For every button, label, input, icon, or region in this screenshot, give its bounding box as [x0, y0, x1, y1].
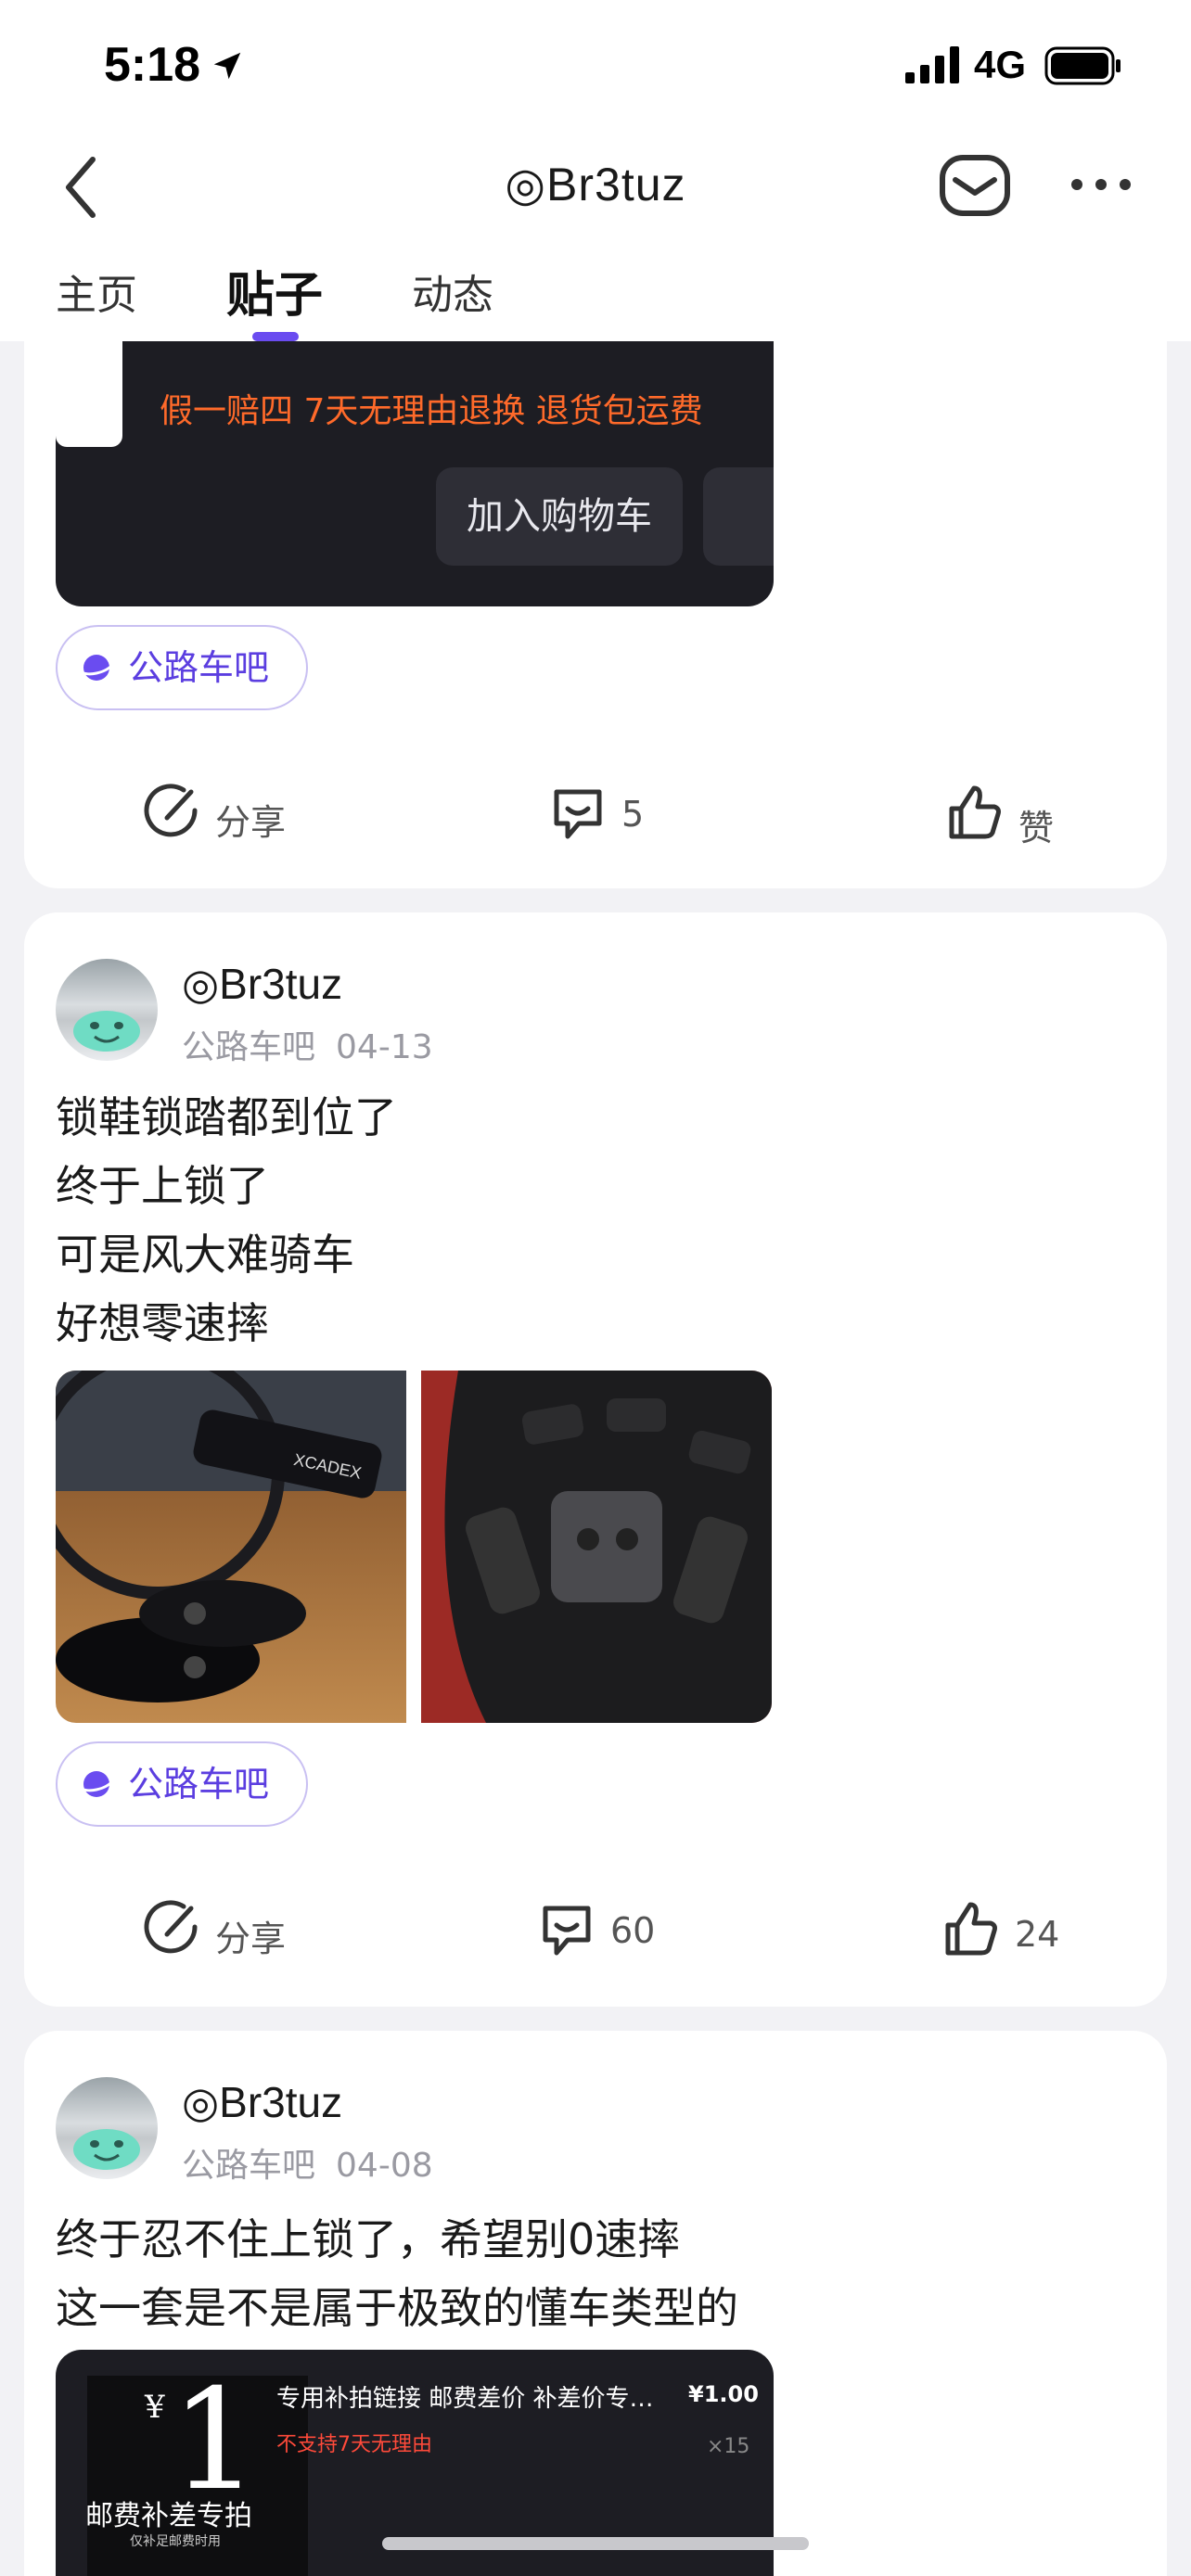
product-promo-text: 假一赔四 7天无理由退换 退货包运费 [160, 392, 703, 430]
thumbs-up-icon [949, 785, 1001, 839]
post-forum[interactable]: 公路车吧 [182, 2147, 315, 2185]
planet-icon [79, 1771, 115, 1797]
post-line: 这一套是不是属于极致的懂车类型的 [56, 2283, 738, 2333]
avatar[interactable] [56, 2077, 158, 2179]
post-forum[interactable]: 公路车吧 [182, 1028, 315, 1066]
like-button[interactable]: 24 [942, 1899, 1091, 1964]
like-label: 赞 [1018, 808, 1055, 848]
cellular-signal-icon [905, 46, 959, 83]
tab-posts[interactable]: 贴子 [226, 256, 323, 325]
comment-button[interactable]: 5 [549, 783, 679, 848]
author-name[interactable]: ◎Br3tuz [182, 2077, 342, 2127]
post-date: 04-13 [336, 1028, 433, 1066]
post-body[interactable]: 终于忍不住上锁了，希望别0速摔 这一套是不是属于极致的懂车类型的 [56, 2205, 738, 2342]
post-body[interactable]: 锁鞋锁踏都到位了 终于上锁了 可是风大难骑车 好想零速摔 [56, 1083, 397, 1358]
post-meta: 公路车吧 04-08 [182, 2138, 433, 2187]
page-title: ◎Br3tuz [505, 159, 686, 210]
product-card[interactable]: … 假一赔四 7天无理由退换 退货包运费 加入购物车 [56, 297, 774, 606]
share-button[interactable]: 分享 [143, 1899, 328, 1964]
product-title: 专用补拍链接 邮费差价 补差价专… [276, 2385, 654, 2413]
forum-tag[interactable]: 公路车吧 [56, 625, 309, 710]
forum-tag-label: 公路车吧 [128, 647, 270, 688]
like-button[interactable]: 赞 [946, 783, 1085, 848]
more-options-icon[interactable] [1069, 171, 1133, 198]
comment-icon [554, 789, 602, 839]
product-note: 不支持7天无理由 [276, 2433, 432, 2456]
thumb-yen-sign: ¥ [145, 2389, 165, 2426]
post-line: 可是风大难骑车 [56, 1230, 354, 1280]
status-bar: 5:18 4G [0, 0, 1191, 130]
avatar[interactable] [56, 959, 158, 1061]
post-line: 锁鞋锁踏都到位了 [56, 1092, 397, 1142]
share-label: 分享 [215, 802, 287, 843]
planet-icon [79, 655, 115, 681]
share-button[interactable]: 分享 [143, 783, 328, 848]
post-photo-bike[interactable]: XCADEX [56, 1371, 406, 1723]
active-tab-indicator [252, 332, 299, 341]
forum-tag-label: 公路车吧 [128, 1764, 270, 1804]
location-arrow-icon [213, 52, 241, 80]
tab-activity[interactable]: 动态 [412, 261, 493, 321]
share-icon [144, 784, 198, 837]
post-date: 04-08 [336, 2147, 433, 2185]
share-icon [144, 1900, 198, 1954]
network-type: 4G [974, 43, 1027, 86]
avatar-image [73, 1011, 140, 1052]
thumb-caption: 邮费补差专拍 [85, 2500, 252, 2532]
header: 5:18 4G ◎Br3tuz 主页 贴子 动态 [0, 0, 1191, 341]
thumb-subcaption: 仅补足邮费时用 [130, 2534, 221, 2549]
message-envelope-icon[interactable] [939, 152, 1011, 219]
nav-bar: ◎Br3tuz [0, 130, 1191, 250]
thumbs-up-icon [945, 1902, 997, 1956]
comment-button[interactable]: 60 [538, 1899, 686, 1964]
product-price: ¥1.00 [688, 2381, 759, 2407]
status-time: 5:18 [104, 38, 201, 92]
comment-count: 60 [610, 1910, 656, 1951]
home-indicator[interactable] [382, 2537, 809, 2550]
battery-icon [1044, 46, 1121, 85]
buy-button[interactable] [703, 467, 774, 566]
tab-home[interactable]: 主页 [56, 261, 137, 321]
author-name[interactable]: ◎Br3tuz [182, 959, 342, 1009]
forum-tag[interactable]: 公路车吧 [56, 1741, 309, 1827]
post-line: 终于上锁了 [56, 1161, 269, 1211]
avatar-image [73, 2129, 140, 2170]
post-photo-cleat[interactable] [421, 1371, 772, 1723]
add-to-cart-button[interactable]: 加入购物车 [436, 467, 683, 566]
post-line: 终于忍不住上锁了，希望别0速摔 [56, 2214, 681, 2264]
tab-bar: 主页 贴子 动态 [0, 250, 1191, 341]
comment-icon [543, 1906, 591, 1956]
post-line: 好想零速摔 [56, 1298, 269, 1348]
product-quantity: ×15 [707, 2435, 750, 2458]
post-meta: 公路车吧 04-13 [182, 1020, 433, 1068]
like-count: 24 [1015, 1914, 1060, 1955]
share-label: 分享 [215, 1919, 287, 1959]
comment-count: 5 [621, 794, 645, 835]
